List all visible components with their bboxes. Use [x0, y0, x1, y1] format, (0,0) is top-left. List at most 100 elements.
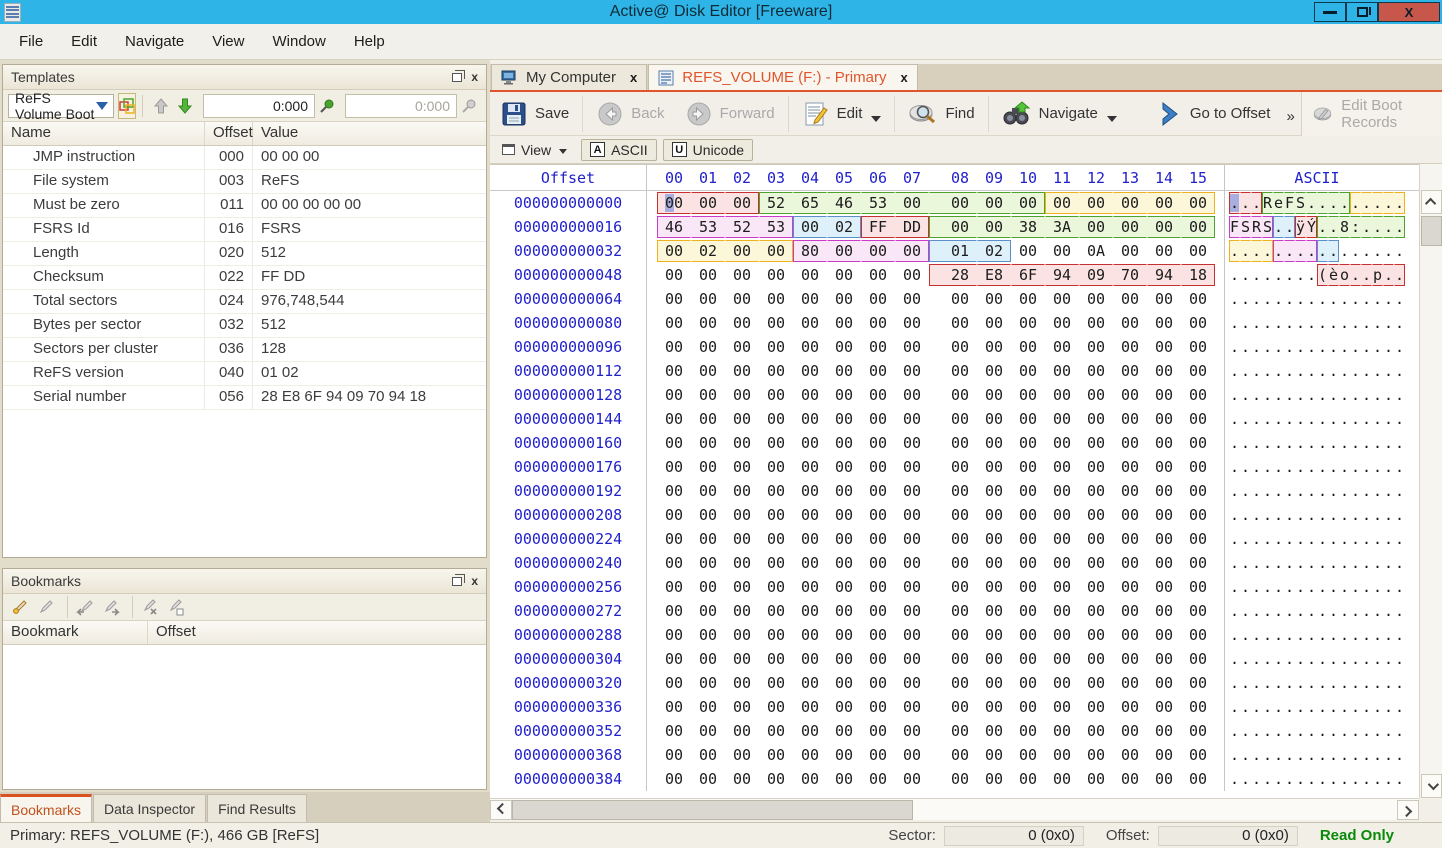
hex-byte[interactable]: 00 [759, 648, 793, 670]
hex-byte[interactable]: 00 [1147, 408, 1181, 430]
hex-ascii-char[interactable]: . [1328, 216, 1339, 238]
tab-find-results[interactable]: Find Results [207, 794, 307, 822]
hex-ascii-char[interactable]: . [1350, 744, 1361, 766]
hex-ascii-char[interactable]: . [1240, 432, 1251, 454]
hex-ascii-char[interactable]: . [1273, 624, 1284, 646]
hex-ascii-char[interactable]: . [1350, 432, 1361, 454]
hex-ascii-char[interactable]: . [1306, 432, 1317, 454]
hex-byte[interactable]: 00 [861, 312, 895, 334]
hex-byte[interactable]: 00 [1011, 672, 1045, 694]
hex-ascii-char[interactable]: . [1229, 624, 1240, 646]
hex-ascii-char[interactable]: . [1262, 528, 1273, 550]
hex-ascii-char[interactable]: . [1394, 576, 1405, 598]
hex-byte[interactable]: 00 [827, 768, 861, 790]
hex-ascii-char[interactable]: : [1350, 216, 1361, 238]
hex-ascii-char[interactable]: . [1372, 648, 1383, 670]
hex-ascii-char[interactable]: . [1295, 696, 1306, 718]
hex-ascii-char[interactable]: . [1284, 216, 1295, 238]
hex-ascii-char[interactable]: . [1295, 552, 1306, 574]
hex-ascii-char[interactable]: . [1273, 504, 1284, 526]
hex-ascii-char[interactable]: . [1339, 648, 1350, 670]
hex-ascii-char[interactable]: . [1339, 336, 1350, 358]
next-field-button[interactable] [176, 94, 194, 118]
hex-byte[interactable]: 00 [1079, 552, 1113, 574]
hex-byte[interactable]: 00 [1079, 720, 1113, 742]
hex-ascii-char[interactable]: . [1372, 312, 1383, 334]
hex-byte[interactable]: 00 [657, 192, 691, 214]
hex-ascii-char[interactable]: . [1295, 504, 1306, 526]
hex-byte[interactable]: 00 [1181, 312, 1215, 334]
hex-byte[interactable]: 00 [827, 552, 861, 574]
hex-byte[interactable]: 00 [1045, 648, 1079, 670]
tab-my-computer[interactable]: My Computer x [491, 64, 647, 90]
hex-byte[interactable]: 00 [827, 456, 861, 478]
hex-byte[interactable]: 00 [1011, 768, 1045, 790]
hex-ascii-char[interactable]: . [1262, 648, 1273, 670]
maximize-button[interactable] [1346, 2, 1378, 22]
hex-byte[interactable]: 00 [861, 336, 895, 358]
hex-ascii-char[interactable]: . [1229, 696, 1240, 718]
hex-ascii-char[interactable]: . [1328, 744, 1339, 766]
hex-byte[interactable]: 00 [691, 576, 725, 598]
hex-byte[interactable]: 00 [657, 384, 691, 406]
hex-ascii-char[interactable]: . [1394, 504, 1405, 526]
hex-ascii-char[interactable]: . [1229, 432, 1240, 454]
find-button[interactable]: Find [898, 95, 984, 133]
hex-byte[interactable]: 00 [691, 600, 725, 622]
scroll-right-button[interactable] [1397, 800, 1419, 820]
hex-ascii-char[interactable]: . [1240, 672, 1251, 694]
hex-ascii-char[interactable]: . [1229, 192, 1240, 214]
hex-byte[interactable]: 00 [895, 528, 929, 550]
hex-ascii-char[interactable]: . [1306, 528, 1317, 550]
hex-byte[interactable]: 00 [1045, 288, 1079, 310]
hex-byte[interactable]: 00 [895, 192, 929, 214]
hex-byte[interactable]: 00 [827, 240, 861, 262]
hex-ascii-char[interactable]: . [1361, 696, 1372, 718]
hex-ascii-char[interactable]: . [1273, 336, 1284, 358]
pin-icon-active[interactable] [319, 98, 335, 114]
hex-byte[interactable]: 00 [725, 192, 759, 214]
hex-byte[interactable]: 00 [691, 528, 725, 550]
hex-ascii-char[interactable]: . [1394, 216, 1405, 238]
hex-byte[interactable]: 38 [1011, 216, 1045, 238]
hex-byte[interactable]: 00 [759, 552, 793, 574]
hex-ascii-char[interactable]: . [1284, 768, 1295, 790]
hex-ascii-char[interactable]: . [1317, 456, 1328, 478]
hex-ascii-char[interactable]: . [1339, 384, 1350, 406]
hex-byte[interactable]: 00 [759, 288, 793, 310]
hex-byte[interactable]: 00 [1079, 768, 1113, 790]
hex-ascii-char[interactable]: . [1240, 480, 1251, 502]
hex-ascii-char[interactable]: . [1295, 624, 1306, 646]
hex-byte[interactable]: 00 [977, 648, 1011, 670]
hex-byte[interactable]: 00 [1147, 552, 1181, 574]
hex-byte[interactable]: 00 [861, 456, 895, 478]
hex-ascii-char[interactable]: . [1339, 456, 1350, 478]
hex-ascii-char[interactable]: . [1295, 432, 1306, 454]
hex-ascii-char[interactable]: . [1372, 528, 1383, 550]
hex-byte[interactable]: 00 [861, 288, 895, 310]
hex-byte[interactable]: 00 [895, 240, 929, 262]
hex-ascii-char[interactable]: . [1295, 264, 1306, 286]
hex-byte[interactable]: 00 [929, 432, 977, 454]
view-button[interactable]: View [494, 140, 575, 160]
hex-byte[interactable]: 53 [759, 216, 793, 238]
hex-byte[interactable]: 00 [691, 288, 725, 310]
hex-ascii-char[interactable]: . [1361, 240, 1372, 262]
hex-byte[interactable]: 00 [1147, 624, 1181, 646]
hex-byte[interactable]: 00 [1045, 576, 1079, 598]
hex-byte[interactable]: 00 [1147, 504, 1181, 526]
hex-ascii-char[interactable]: . [1295, 576, 1306, 598]
hex-byte[interactable]: 00 [977, 480, 1011, 502]
hex-ascii-char[interactable]: . [1240, 360, 1251, 382]
hex-byte[interactable]: 00 [827, 600, 861, 622]
hex-ascii-char[interactable]: . [1262, 240, 1273, 262]
hex-ascii-char[interactable]: . [1328, 432, 1339, 454]
hex-ascii-char[interactable]: . [1273, 648, 1284, 670]
hex-ascii-char[interactable]: ( [1317, 264, 1328, 286]
hex-ascii-char[interactable]: o [1339, 264, 1350, 286]
hex-ascii-char[interactable]: . [1383, 648, 1394, 670]
hex-ascii-char[interactable]: . [1339, 192, 1350, 214]
hex-byte[interactable]: 00 [725, 720, 759, 742]
hex-byte[interactable]: 00 [977, 432, 1011, 454]
hex-byte[interactable]: 00 [1147, 672, 1181, 694]
